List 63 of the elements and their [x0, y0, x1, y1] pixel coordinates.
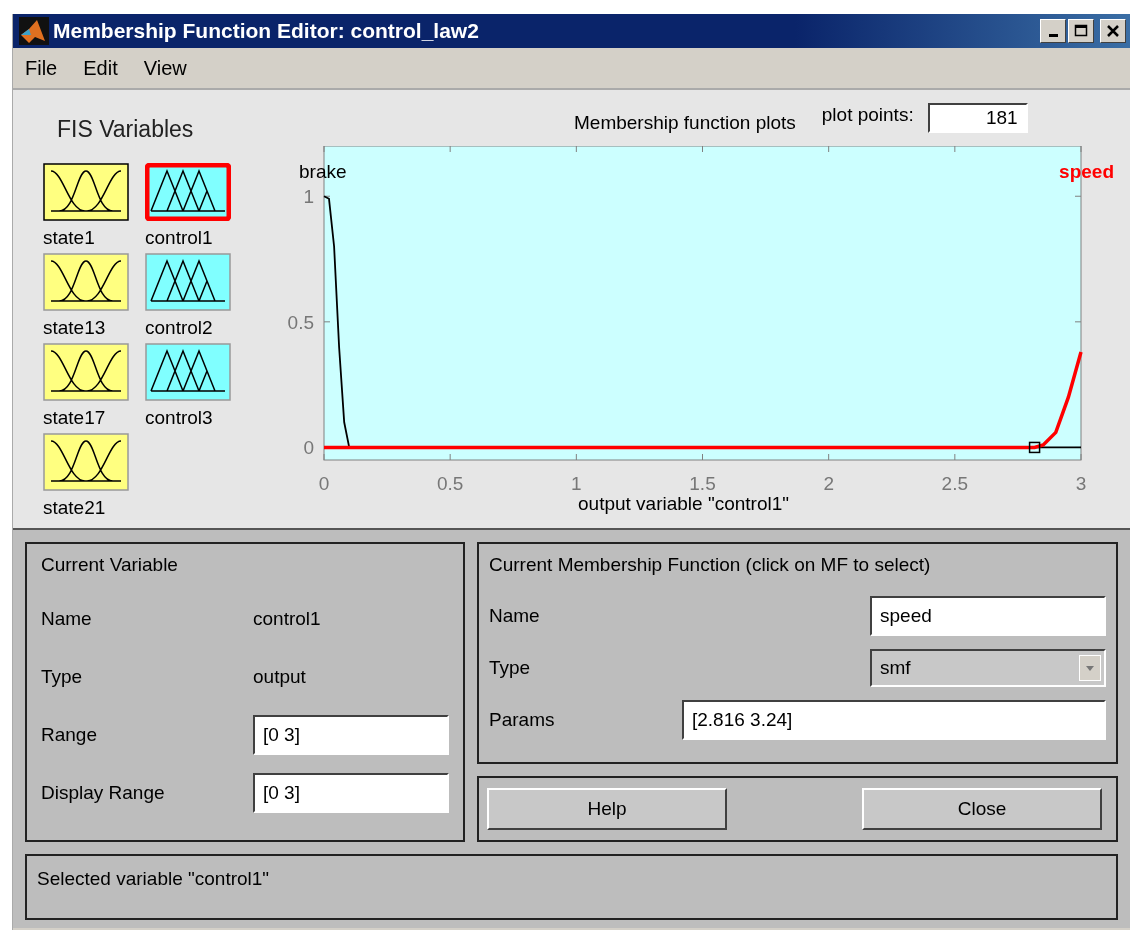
variable-label: state1	[43, 227, 95, 249]
bell-curves-icon[interactable]	[43, 343, 129, 401]
range-field[interactable]: [0 3]	[253, 773, 449, 813]
x-tick-label: 2	[823, 473, 834, 491]
field-label: Params	[489, 709, 556, 731]
field-label: Name	[41, 608, 93, 630]
x-tick-label: 0	[318, 473, 330, 491]
minimize-button[interactable]	[1040, 19, 1066, 43]
triangles-icon[interactable]	[145, 253, 231, 311]
panel-heading: Current Variable	[41, 554, 179, 576]
status-text: Selected variable "control1"	[37, 868, 270, 889]
field-label: Display Range	[41, 782, 166, 804]
axis-label: output variable "control1"	[578, 493, 790, 515]
close-button[interactable]	[1100, 19, 1126, 43]
variable-label: state17	[43, 407, 106, 429]
plot-title: Membership function plots	[574, 112, 796, 134]
type-dropdown[interactable]: smf	[870, 649, 1106, 687]
variable-label: control2	[145, 317, 213, 339]
triangles-icon[interactable]	[145, 163, 231, 221]
maximize-icon	[1074, 24, 1088, 38]
close-button[interactable]: Close	[862, 788, 1102, 830]
variable-label: control3	[145, 407, 213, 429]
y-tick-label: 0.5	[287, 311, 314, 333]
y-tick-label: 0	[303, 437, 314, 459]
x-tick-label: 3	[1075, 473, 1087, 491]
menu-item[interactable]: File	[25, 56, 58, 80]
curve-label: brake	[299, 161, 347, 182]
window-title: Membership Function Editor: control_law2	[53, 19, 479, 43]
membership-curve[interactable]	[324, 351, 1083, 450]
params-field[interactable]: [2.816 3.24]	[682, 700, 1106, 740]
minimize-icon	[1048, 34, 1058, 37]
name-field[interactable]: speed	[870, 596, 1106, 636]
variable-label: control1	[145, 227, 213, 249]
bell-curves-icon[interactable]	[43, 163, 129, 221]
x-tick-label: 1	[571, 473, 582, 491]
y-tick-label: 1	[303, 186, 314, 208]
field-label: Type	[41, 666, 84, 688]
peak-logo-icon	[19, 17, 49, 45]
field-value: control1	[253, 608, 321, 630]
field-label: plot points:	[821, 104, 914, 126]
variable-label: state13	[43, 317, 106, 339]
maximize-button[interactable]	[1068, 19, 1094, 43]
help-button[interactable]: Help	[487, 788, 727, 830]
x-tick-label: 2.5	[941, 473, 969, 491]
x-tick-label: 0.5	[436, 473, 464, 491]
bell-curves-icon[interactable]	[43, 253, 129, 311]
section-heading: FIS Variables	[57, 116, 195, 143]
x-tick-label: 1.5	[689, 473, 716, 491]
handle-icon[interactable]	[1028, 441, 1041, 454]
triangles-icon[interactable]	[145, 343, 231, 401]
field-label: Range	[41, 724, 98, 746]
field-label: Name	[489, 605, 541, 627]
menu-item[interactable]: View	[143, 56, 187, 80]
range-field[interactable]: [0 3]	[253, 715, 449, 755]
menu-item[interactable]: Edit	[83, 56, 118, 80]
close-icon	[1106, 24, 1120, 38]
field-value: output	[253, 666, 306, 688]
field-label: Type	[489, 657, 532, 679]
bell-curves-icon[interactable]	[43, 433, 129, 491]
variable-label: state21	[43, 497, 106, 519]
curve-label: speed	[1059, 161, 1114, 182]
panel-heading: Current Membership Function (click on MF to select)	[489, 554, 932, 576]
plot-points-field[interactable]: 181	[927, 103, 1028, 133]
